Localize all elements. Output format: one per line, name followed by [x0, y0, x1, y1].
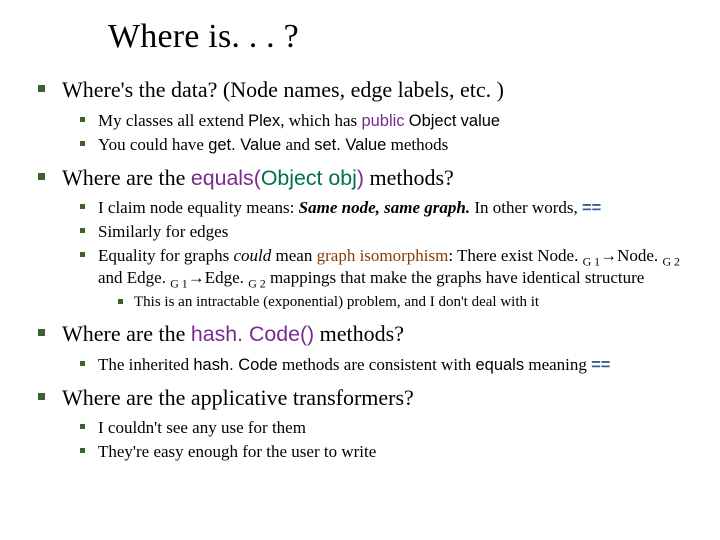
bullet-q2: Where are the equals(Object obj) methods… [28, 164, 692, 313]
q3-sub1: The inherited hash. Code methods are con… [62, 354, 692, 376]
square-bullet-icon [80, 448, 85, 453]
q2-sub2: Similarly for edges [62, 221, 692, 243]
square-bullet-icon [80, 424, 85, 429]
square-bullet-icon [80, 117, 85, 122]
bullet-q4: Where are the applicative transformers? … [28, 384, 692, 463]
square-bullet-icon [38, 393, 45, 400]
q1-text: Where's the data? (Node names, edge labe… [62, 77, 504, 102]
slide-title: Where is. . . ? [108, 18, 692, 56]
title-area: Where is. . . ? [28, 18, 692, 56]
bullet-q1: Where's the data? (Node names, edge labe… [28, 76, 692, 156]
square-bullet-icon [80, 252, 85, 257]
square-bullet-icon [38, 329, 45, 336]
q4-sub1: I couldn't see any use for them [62, 417, 692, 439]
bullet-list: Where's the data? (Node names, edge labe… [28, 76, 692, 463]
q1-sub2: You could have get. Value and set. Value… [62, 134, 692, 156]
square-bullet-icon [80, 204, 85, 209]
q2-subsub: This is an intractable (exponential) pro… [98, 293, 692, 313]
square-bullet-icon [118, 299, 123, 304]
q2-sub1: I claim node equality means: Same node, … [62, 197, 692, 219]
square-bullet-icon [80, 228, 85, 233]
square-bullet-icon [80, 141, 85, 146]
q2-sub3: Equality for graphs could mean graph iso… [62, 245, 692, 312]
q1-sub1: My classes all extend Plex, which has pu… [62, 110, 692, 132]
square-bullet-icon [80, 361, 85, 366]
square-bullet-icon [38, 85, 45, 92]
q4-sub2: They're easy enough for the user to writ… [62, 441, 692, 463]
slide: { "title": "Where is. . . ?", "q1": { "t… [0, 0, 720, 540]
bullet-q3: Where are the hash. Code() methods? The … [28, 320, 692, 376]
square-bullet-icon [38, 173, 45, 180]
